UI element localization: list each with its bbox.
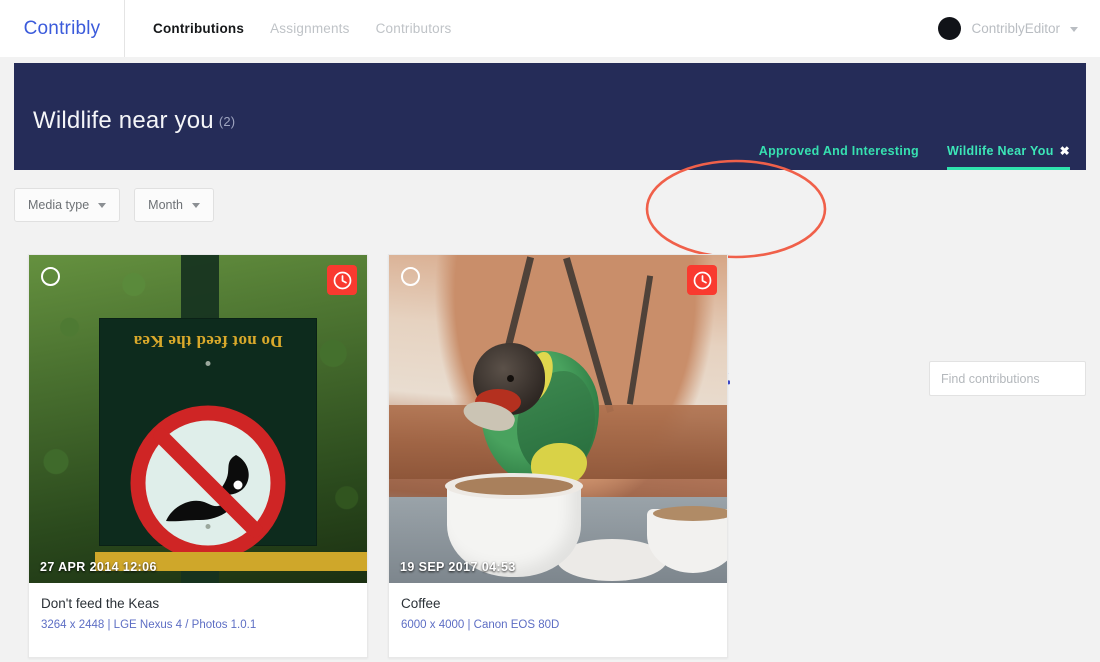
search-box[interactable] [929,361,1086,396]
chevron-down-icon [191,202,200,208]
banner-tabs: Approved And Interesting Wildlife Near Y… [759,144,1070,170]
tab-wildlife-near-you[interactable]: Wildlife Near You ✖ [947,144,1070,170]
card-body: Don't feed the Keas 3264 x 2448 | LGE Ne… [29,583,367,657]
filter-media-type[interactable]: Media type [14,188,121,222]
photo-parrot-on-coffee-cup [389,255,727,583]
sign-text: Do not feed the Kea [133,332,283,351]
contribution-grid: Do not feed the Kea 27 APR 2014 12:06 Do… [28,254,728,658]
search-input[interactable] [930,362,1085,395]
top-navigation-bar: Contribly Contributions Assignments Cont… [0,0,1100,57]
filter-month[interactable]: Month [134,188,214,222]
photo-timestamp: 19 SEP 2017 04:53 [400,560,516,574]
avatar [938,17,962,40]
brand-logo[interactable]: Contribly [0,0,125,57]
card-metadata[interactable]: 3264 x 2448 | LGE Nexus 4 / Photos 1.0.1 [41,619,355,631]
status-badge[interactable] [327,265,357,295]
nav-item-assignments[interactable]: Assignments [270,21,349,36]
tab-label: Wildlife Near You [947,144,1054,158]
filter-label: Media type [28,198,90,212]
filter-group: Media type Month [14,188,214,222]
chevron-down-icon [1070,27,1078,32]
nav-item-contributors[interactable]: Contributors [376,21,452,36]
nav-item-contributions[interactable]: Contributions [153,21,244,36]
page-title: Wildlife near you (2) [33,107,235,135]
card-body: Coffee 6000 x 4000 | Canon EOS 80D [389,583,727,657]
no-feeding-symbol-icon [130,405,286,561]
status-badge[interactable] [687,265,717,295]
select-checkbox[interactable] [41,267,60,286]
photo-do-not-feed-the-kea-sign: Do not feed the Kea [29,255,367,583]
tab-label: Approved And Interesting [758,144,919,158]
user-menu[interactable]: ContriblyEditor [938,0,1078,57]
card-media[interactable]: 19 SEP 2017 04:53 [389,255,727,583]
card-metadata[interactable]: 6000 x 4000 | Canon EOS 80D [401,619,715,631]
chevron-down-icon [98,202,107,208]
card-title: Coffee [401,596,441,611]
contribution-card[interactable]: 19 SEP 2017 04:53 Coffee 6000 x 4000 | C… [388,254,728,658]
user-name-label: ContriblyEditor [971,21,1060,36]
collection-banner: Wildlife near you (2) Approved And Intere… [14,63,1086,170]
card-media[interactable]: Do not feed the Kea 27 APR 2014 12:06 [29,255,367,583]
filter-label: Month [148,198,183,212]
contribution-card[interactable]: Do not feed the Kea 27 APR 2014 12:06 Do… [28,254,368,658]
page-root: Contribly Contributions Assignments Cont… [0,0,1100,662]
clock-icon [693,271,711,289]
close-x-icon[interactable]: ✖ [1060,144,1070,158]
card-title: Don't feed the Keas [41,596,160,611]
main-nav-links: Contributions Assignments Contributors [153,0,452,57]
page-title-text: Wildlife near you [33,107,214,134]
tab-approved-and-interesting[interactable]: Approved And Interesting [759,144,919,170]
item-count-badge: (2) [218,114,236,129]
filter-toolbar: Media type Month [0,170,1100,396]
clock-icon [333,271,351,289]
select-checkbox[interactable] [401,267,420,286]
photo-timestamp: 27 APR 2014 12:06 [40,560,157,574]
